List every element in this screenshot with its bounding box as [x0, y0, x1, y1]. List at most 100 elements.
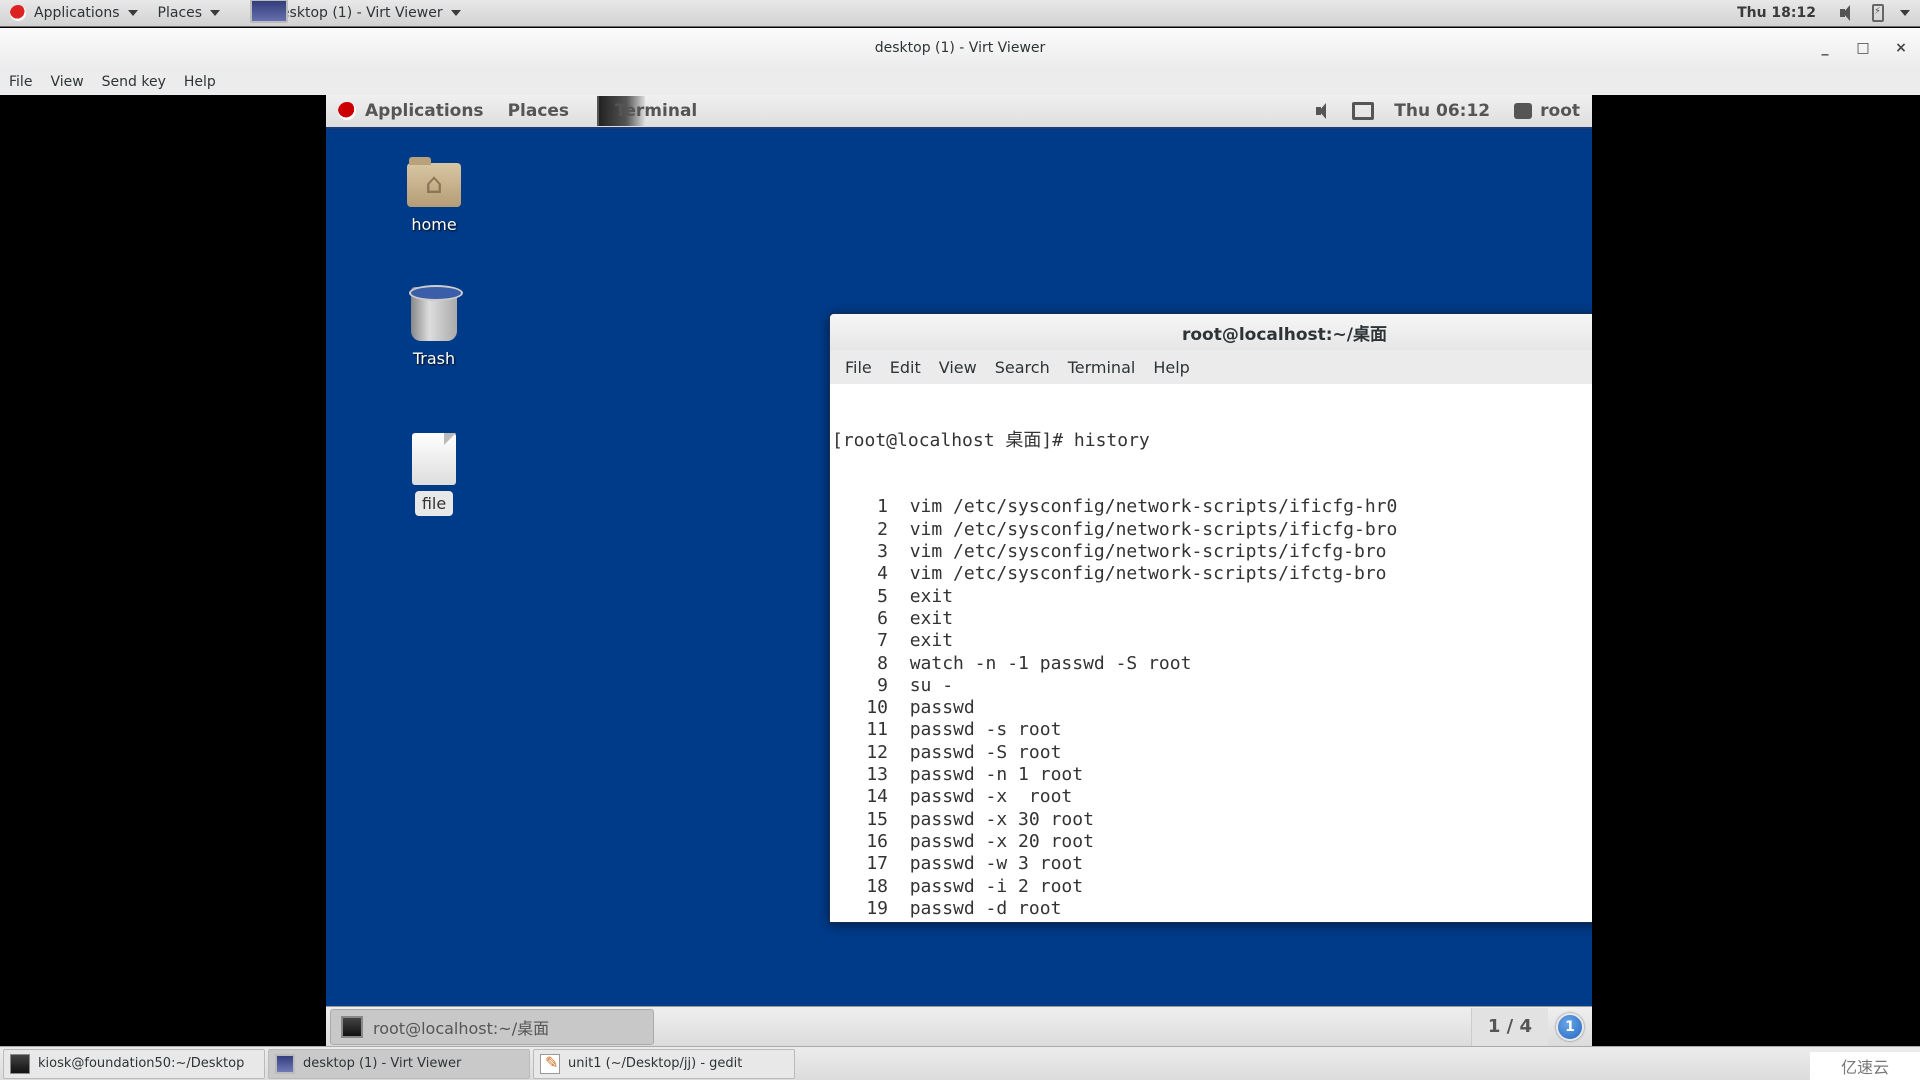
history-number: 17 [866, 853, 888, 875]
guest-user-menu[interactable]: root [1502, 95, 1592, 128]
history-command: passwd -n 1 root [909, 764, 1084, 786]
terminal-titlebar[interactable]: root@localhost:~/桌面 _ □ × [830, 314, 1592, 350]
host-task-gedit[interactable]: unit1 (~/Desktop/jj) - gedit [533, 1048, 795, 1079]
history-number: 15 [866, 808, 888, 830]
vv-menu-view[interactable]: View [41, 74, 92, 90]
history-line: 8 watch -n -1 passwd -S root [832, 653, 1592, 675]
user-icon [1514, 103, 1533, 119]
redhat-logo-icon [10, 5, 26, 21]
history-number: 14 [866, 786, 888, 808]
history-line: 4 vim /etc/sysconfig/network-scripts/ifc… [832, 563, 1592, 585]
history-number: 13 [866, 764, 888, 786]
history-number: 20 [832, 920, 888, 922]
guest-task-label: root@localhost:~/桌面 [373, 1018, 550, 1038]
terminal-output[interactable]: [root@localhost 桌面]# history 1 vim /etc/… [830, 384, 1592, 922]
chevron-down-icon [127, 10, 138, 16]
virt-viewer-title: desktop (1) - Virt Viewer [874, 40, 1046, 56]
virt-viewer-menubar: File View Send key Help [0, 68, 1920, 95]
host-task-label: desktop (1) - Virt Viewer [303, 1056, 462, 1071]
term-menu-view[interactable]: View [930, 358, 986, 377]
history-number: 18 [866, 875, 888, 897]
guest-user-label: root [1540, 101, 1580, 121]
workspace-switcher[interactable]: 1 / 4 [1470, 1007, 1548, 1046]
term-menu-search[interactable]: Search [986, 358, 1059, 377]
terminal-window[interactable]: root@localhost:~/桌面 _ □ × File Edit View… [829, 313, 1592, 923]
history-command: passwd -w 3 root [909, 853, 1084, 875]
battery-icon[interactable] [1872, 4, 1884, 22]
host-applications-menu[interactable]: Applications [0, 0, 148, 27]
history-command: touch file [910, 920, 1018, 922]
notification-badge[interactable]: 1 [1556, 1012, 1584, 1041]
host-clock[interactable]: Thu 18:12 [1723, 5, 1830, 21]
desktop-icon-trash[interactable]: Trash [384, 285, 484, 368]
guest-applications-menu[interactable]: Applications [326, 95, 496, 128]
history-command: vim /etc/sysconfig/network-scripts/ificf… [909, 496, 1398, 518]
history-line: 7 exit [832, 630, 1592, 652]
history-number: 9 [877, 674, 888, 696]
guest-terminal-label: Terminal [615, 101, 698, 121]
history-line: 1 vim /etc/sysconfig/network-scripts/ifi… [832, 496, 1592, 518]
history-line: 16 passwd -x 20 root [832, 831, 1592, 853]
text-editor-icon [540, 1053, 560, 1074]
history-number: 1 [877, 496, 888, 518]
history-command: passwd -i 2 root [909, 875, 1084, 897]
network-icon[interactable] [1352, 102, 1375, 120]
chevron-down-icon [450, 10, 461, 16]
host-taskbar: kiosk@foundation50:~/Desktop desktop (1)… [0, 1046, 1920, 1080]
history-line: 13 passwd -n 1 root [832, 764, 1592, 786]
volume-icon[interactable] [1838, 5, 1856, 21]
history-line: 6 exit [832, 608, 1592, 630]
vv-menu-help[interactable]: Help [175, 74, 225, 90]
guest-places-menu[interactable]: Places [496, 95, 581, 128]
history-line: 19 passwd -d root [832, 898, 1592, 920]
watermark-logo: 亿速云 [1810, 1052, 1920, 1080]
history-number: 12 [866, 741, 888, 763]
guest-applications-label: Applications [365, 101, 484, 121]
close-button[interactable]: × [1882, 40, 1920, 56]
history-line: 3 vim /etc/sysconfig/network-scripts/ifc… [832, 541, 1592, 563]
history-number: 6 [877, 607, 888, 629]
vv-menu-send-key[interactable]: Send key [93, 74, 175, 90]
term-menu-edit[interactable]: Edit [881, 358, 930, 377]
history-number: 5 [877, 585, 888, 607]
guest-task-terminal[interactable]: root@localhost:~/桌面 [330, 1008, 654, 1045]
host-places-label: Places [157, 5, 203, 21]
history-number: 3 [877, 541, 888, 563]
history-command: exit [909, 630, 954, 652]
term-menu-help[interactable]: Help [1144, 358, 1198, 377]
host-task-virt-viewer[interactable]: desktop (1) - Virt Viewer [268, 1048, 530, 1079]
history-line: 2 vim /etc/sysconfig/network-scripts/ifi… [832, 519, 1592, 541]
desktop-icon-home[interactable]: home [384, 157, 484, 234]
history-command: vim /etc/sysconfig/network-scripts/ifcfg… [909, 541, 1387, 563]
guest-desktop[interactable]: Applications Places Terminal Thu 06:12 r… [326, 95, 1592, 1046]
host-active-window-menu[interactable]: desktop (1) - Virt Viewer [230, 0, 471, 27]
history-command: passwd -s root [909, 719, 1062, 741]
history-number: 10 [866, 697, 888, 719]
monitor-icon [275, 1053, 295, 1074]
host-places-menu[interactable]: Places [148, 0, 231, 27]
desktop-icon-file[interactable]: file [384, 433, 484, 516]
history-command: passwd -x 30 root [909, 808, 1094, 830]
terminal-menubar: File Edit View Search Terminal Help [830, 350, 1592, 384]
guest-clock[interactable]: Thu 06:12 [1382, 95, 1502, 128]
history-line: 11 passwd -s root [832, 719, 1592, 741]
term-menu-file[interactable]: File [836, 358, 881, 377]
maximize-button[interactable]: □ [1844, 40, 1882, 56]
history-command: passwd [909, 697, 975, 719]
desktop-icon-label: file [414, 491, 454, 516]
history-command: passwd -S root [909, 741, 1062, 763]
terminal-prompt-line: [root@localhost 桌面]# history [832, 429, 1150, 451]
chevron-down-icon [210, 10, 221, 16]
vv-menu-file[interactable]: File [0, 74, 41, 90]
host-task-terminal[interactable]: kiosk@foundation50:~/Desktop [3, 1048, 265, 1079]
terminal-title: root@localhost:~/桌面 [1181, 324, 1388, 345]
host-top-panel: Applications Places desktop (1) - Virt V… [0, 0, 1920, 27]
system-menu-chevron-icon[interactable] [1900, 10, 1910, 16]
volume-icon[interactable] [1314, 102, 1334, 120]
file-icon [412, 433, 456, 485]
guest-terminal-task[interactable]: Terminal [581, 95, 709, 128]
term-menu-terminal[interactable]: Terminal [1059, 358, 1145, 377]
host-active-window-label: desktop (1) - Virt Viewer [272, 5, 443, 21]
minimize-button[interactable]: _ [1806, 40, 1844, 56]
history-number: 19 [866, 897, 888, 919]
